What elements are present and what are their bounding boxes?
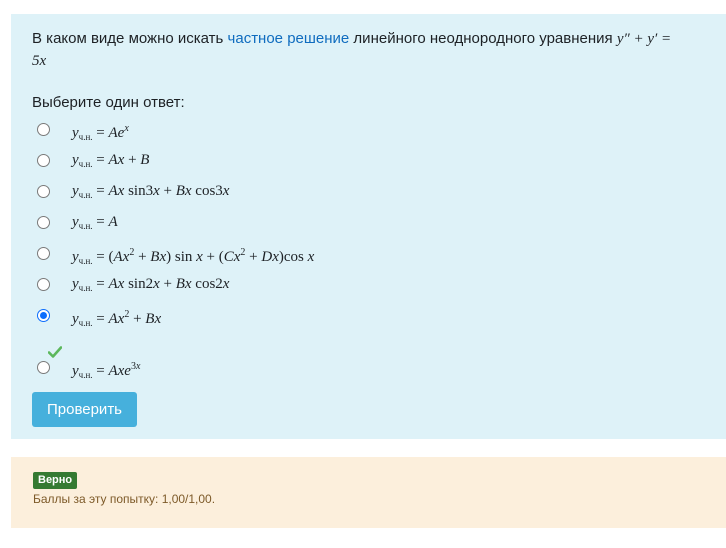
correct-badge: Верно bbox=[33, 472, 78, 489]
answer-option[interactable]: yч.н. = Ax + B bbox=[37, 149, 149, 171]
option-formula: yч.н. = Axe3x bbox=[72, 361, 141, 380]
option-radio[interactable] bbox=[37, 246, 50, 260]
question-panel: В каком виде можно искать частное решени… bbox=[11, 14, 726, 439]
score-text: Баллы за эту попытку: 1,00/1,00. bbox=[33, 492, 216, 506]
option-formula: yч.н. = (Ax2 + Bx) sin x + (Cx2 + Dx)cos… bbox=[72, 247, 315, 266]
option-formula: yч.н. = A bbox=[72, 214, 118, 231]
option-radio-selected[interactable] bbox=[37, 308, 50, 322]
checkmark-icon bbox=[48, 346, 62, 358]
option-formula: yч.н. = Ax2 + Bx bbox=[72, 309, 162, 328]
answer-option[interactable]: yч.н. = Axe3x bbox=[37, 356, 140, 380]
question-text-end: линейного неоднородного уравнения bbox=[349, 30, 617, 47]
option-radio[interactable] bbox=[37, 122, 50, 136]
equation-part-1: y″ + y′ = bbox=[616, 31, 672, 47]
answer-option-selected[interactable]: yч.н. = Ax2 + Bx bbox=[37, 304, 161, 328]
answer-option[interactable]: yч.н. = Ax sin2x + Bx cos2x bbox=[37, 273, 229, 295]
equation-part-2: 5x bbox=[32, 53, 47, 69]
option-radio[interactable] bbox=[37, 184, 50, 198]
answer-option[interactable]: yч.н. = Aex bbox=[37, 118, 129, 142]
answer-option[interactable]: yч.н. = Ax sin3x + Bx cos3x bbox=[37, 180, 229, 202]
answer-prompt: Выберите один ответ: bbox=[32, 94, 185, 111]
particular-solution-link[interactable]: частное решение bbox=[228, 30, 350, 47]
option-radio[interactable] bbox=[37, 360, 50, 374]
check-button[interactable]: Проверить bbox=[32, 392, 137, 427]
answer-option[interactable]: yч.н. = (Ax2 + Bx) sin x + (Cx2 + Dx)cos… bbox=[37, 242, 314, 266]
question-text: В каком виде можно искать частное решени… bbox=[32, 28, 712, 72]
option-formula: yч.н. = Aex bbox=[72, 123, 129, 142]
option-formula: yч.н. = Ax sin2x + Bx cos2x bbox=[72, 276, 230, 293]
option-radio[interactable] bbox=[37, 215, 50, 229]
option-formula: yч.н. = Ax + B bbox=[72, 152, 150, 169]
feedback-panel: Верно Баллы за эту попытку: 1,00/1,00. bbox=[11, 457, 726, 528]
option-radio[interactable] bbox=[37, 153, 50, 167]
option-formula: yч.н. = Ax sin3x + Bx cos3x bbox=[72, 183, 230, 200]
option-radio[interactable] bbox=[37, 277, 50, 291]
question-text-start: В каком виде можно искать bbox=[32, 30, 228, 47]
answer-option[interactable]: yч.н. = A bbox=[37, 211, 118, 233]
